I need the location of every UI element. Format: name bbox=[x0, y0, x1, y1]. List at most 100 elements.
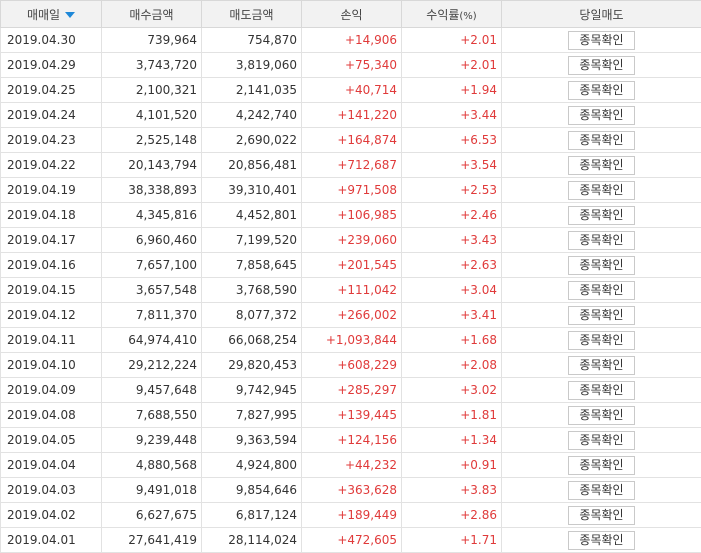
row-buy-amount: 9,491,018 bbox=[102, 478, 202, 503]
row-date: 2019.04.25 bbox=[1, 78, 102, 103]
table-row: 2019.04.176,960,4607,199,520+239,060+3.4… bbox=[1, 228, 701, 253]
view-stocks-button[interactable]: 종목확인 bbox=[568, 106, 634, 125]
row-profit: +608,229 bbox=[302, 353, 402, 378]
row-date: 2019.04.01 bbox=[1, 528, 102, 553]
row-date: 2019.04.19 bbox=[1, 178, 102, 203]
row-action-cell: 종목확인 bbox=[502, 378, 701, 403]
view-stocks-button[interactable]: 종목확인 bbox=[568, 231, 634, 250]
header-profit: 손익 bbox=[302, 1, 402, 28]
view-stocks-button[interactable]: 종목확인 bbox=[568, 281, 634, 300]
row-return-rate: +2.53 bbox=[402, 178, 502, 203]
row-action-cell: 종목확인 bbox=[502, 153, 701, 178]
table-row: 2019.04.184,345,8164,452,801+106,985+2.4… bbox=[1, 203, 701, 228]
row-sell-amount: 39,310,401 bbox=[202, 178, 302, 203]
table-row: 2019.04.1029,212,22429,820,453+608,229+2… bbox=[1, 353, 701, 378]
row-profit: +1,093,844 bbox=[302, 328, 402, 353]
row-buy-amount: 20,143,794 bbox=[102, 153, 202, 178]
row-action-cell: 종목확인 bbox=[502, 303, 701, 328]
row-return-rate: +2.01 bbox=[402, 28, 502, 53]
row-profit: +971,508 bbox=[302, 178, 402, 203]
row-sell-amount: 7,858,645 bbox=[202, 253, 302, 278]
table-row: 2019.04.293,743,7203,819,060+75,340+2.01… bbox=[1, 53, 701, 78]
table-row: 2019.04.1164,974,41066,068,254+1,093,844… bbox=[1, 328, 701, 353]
row-date: 2019.04.24 bbox=[1, 103, 102, 128]
row-sell-amount: 754,870 bbox=[202, 28, 302, 53]
table-row: 2019.04.127,811,3708,077,372+266,002+3.4… bbox=[1, 303, 701, 328]
row-sell-amount: 4,242,740 bbox=[202, 103, 302, 128]
row-date: 2019.04.08 bbox=[1, 403, 102, 428]
row-buy-amount: 7,811,370 bbox=[102, 303, 202, 328]
row-profit: +75,340 bbox=[302, 53, 402, 78]
table-header-row: 매매일 매수금액 매도금액 손익 수익률(%) 당일매도 bbox=[1, 1, 701, 28]
view-stocks-button[interactable]: 종목확인 bbox=[568, 31, 634, 50]
row-date: 2019.04.04 bbox=[1, 453, 102, 478]
row-buy-amount: 9,239,448 bbox=[102, 428, 202, 453]
view-stocks-button[interactable]: 종목확인 bbox=[568, 356, 634, 375]
table-row: 2019.04.167,657,1007,858,645+201,545+2.6… bbox=[1, 253, 701, 278]
table-row: 2019.04.244,101,5204,242,740+141,220+3.4… bbox=[1, 103, 701, 128]
row-buy-amount: 6,627,675 bbox=[102, 503, 202, 528]
triangle-down-icon[interactable] bbox=[65, 12, 75, 18]
row-date: 2019.04.15 bbox=[1, 278, 102, 303]
row-action-cell: 종목확인 bbox=[502, 253, 701, 278]
row-buy-amount: 4,345,816 bbox=[102, 203, 202, 228]
row-action-cell: 종목확인 bbox=[502, 453, 701, 478]
row-return-rate: +3.44 bbox=[402, 103, 502, 128]
row-action-cell: 종목확인 bbox=[502, 203, 701, 228]
row-sell-amount: 9,742,945 bbox=[202, 378, 302, 403]
row-profit: +285,297 bbox=[302, 378, 402, 403]
row-buy-amount: 4,101,520 bbox=[102, 103, 202, 128]
row-sell-amount: 28,114,024 bbox=[202, 528, 302, 553]
table-row: 2019.04.044,880,5684,924,800+44,232+0.91… bbox=[1, 453, 701, 478]
row-sell-amount: 3,819,060 bbox=[202, 53, 302, 78]
header-date[interactable]: 매매일 bbox=[1, 1, 102, 28]
view-stocks-button[interactable]: 종목확인 bbox=[568, 406, 634, 425]
view-stocks-button[interactable]: 종목확인 bbox=[568, 506, 634, 525]
row-profit: +201,545 bbox=[302, 253, 402, 278]
row-sell-amount: 8,077,372 bbox=[202, 303, 302, 328]
row-return-rate: +2.08 bbox=[402, 353, 502, 378]
view-stocks-button[interactable]: 종목확인 bbox=[568, 381, 634, 400]
view-stocks-button[interactable]: 종목확인 bbox=[568, 131, 634, 150]
row-sell-amount: 2,141,035 bbox=[202, 78, 302, 103]
view-stocks-button[interactable]: 종목확인 bbox=[568, 81, 634, 100]
table-row: 2019.04.087,688,5507,827,995+139,445+1.8… bbox=[1, 403, 701, 428]
row-sell-amount: 3,768,590 bbox=[202, 278, 302, 303]
row-date: 2019.04.29 bbox=[1, 53, 102, 78]
row-return-rate: +2.86 bbox=[402, 503, 502, 528]
header-sell-amount: 매도금액 bbox=[202, 1, 302, 28]
row-return-rate: +2.01 bbox=[402, 53, 502, 78]
row-return-rate: +1.68 bbox=[402, 328, 502, 353]
view-stocks-button[interactable]: 종목확인 bbox=[568, 331, 634, 350]
view-stocks-button[interactable]: 종목확인 bbox=[568, 431, 634, 450]
view-stocks-button[interactable]: 종목확인 bbox=[568, 306, 634, 325]
row-sell-amount: 6,817,124 bbox=[202, 503, 302, 528]
row-sell-amount: 20,856,481 bbox=[202, 153, 302, 178]
header-return-rate-unit: (%) bbox=[459, 11, 476, 22]
view-stocks-button[interactable]: 종목확인 bbox=[568, 456, 634, 475]
row-buy-amount: 29,212,224 bbox=[102, 353, 202, 378]
view-stocks-button[interactable]: 종목확인 bbox=[568, 181, 634, 200]
row-sell-amount: 9,854,646 bbox=[202, 478, 302, 503]
view-stocks-button[interactable]: 종목확인 bbox=[568, 481, 634, 500]
row-action-cell: 종목확인 bbox=[502, 328, 701, 353]
view-stocks-button[interactable]: 종목확인 bbox=[568, 256, 634, 275]
row-action-cell: 종목확인 bbox=[502, 28, 701, 53]
view-stocks-button[interactable]: 종목확인 bbox=[568, 531, 634, 550]
row-sell-amount: 4,924,800 bbox=[202, 453, 302, 478]
row-return-rate: +0.91 bbox=[402, 453, 502, 478]
view-stocks-button[interactable]: 종목확인 bbox=[568, 56, 634, 75]
row-sell-amount: 7,827,995 bbox=[202, 403, 302, 428]
view-stocks-button[interactable]: 종목확인 bbox=[568, 206, 634, 225]
row-buy-amount: 6,960,460 bbox=[102, 228, 202, 253]
header-return-rate: 수익률(%) bbox=[402, 1, 502, 28]
row-buy-amount: 2,525,148 bbox=[102, 128, 202, 153]
table-row: 2019.04.039,491,0189,854,646+363,628+3.8… bbox=[1, 478, 701, 503]
row-date: 2019.04.09 bbox=[1, 378, 102, 403]
row-sell-amount: 29,820,453 bbox=[202, 353, 302, 378]
row-profit: +14,906 bbox=[302, 28, 402, 53]
row-date: 2019.04.23 bbox=[1, 128, 102, 153]
row-buy-amount: 27,641,419 bbox=[102, 528, 202, 553]
row-action-cell: 종목확인 bbox=[502, 503, 701, 528]
view-stocks-button[interactable]: 종목확인 bbox=[568, 156, 634, 175]
